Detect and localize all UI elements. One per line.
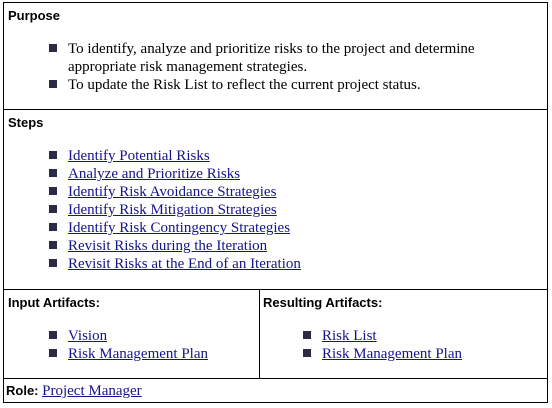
list-item: Identify Risk Mitigation Strategies <box>49 201 519 219</box>
steps-artifacts-divider <box>4 289 547 290</box>
list-item: Risk List <box>303 327 533 345</box>
input-artifact-link-risk-management-plan[interactable]: Risk Management Plan <box>68 346 208 362</box>
square-bullet-icon <box>303 331 311 339</box>
step-link-analyze-prioritize-risks[interactable]: Analyze and Prioritize Risks <box>68 166 240 182</box>
list-item: Revisit Risks at the End of an Iteration <box>49 255 519 273</box>
list-item: Analyze and Prioritize Risks <box>49 165 519 183</box>
step-link-risk-contingency[interactable]: Identify Risk Contingency Strategies <box>68 220 290 236</box>
list-item: Identify Risk Contingency Strategies <box>49 219 519 237</box>
list-item: Risk Management Plan <box>303 345 533 363</box>
purpose-item-text: To identify, analyze and prioritize risk… <box>68 41 475 75</box>
square-bullet-icon <box>303 349 311 357</box>
square-bullet-icon <box>49 205 57 213</box>
square-bullet-icon <box>49 44 57 52</box>
steps-list: Identify Potential Risks Analyze and Pri… <box>49 147 519 273</box>
activity-overview-table: Purpose To identify, analyze and priorit… <box>3 2 548 403</box>
square-bullet-icon <box>49 80 57 88</box>
steps-heading: Steps <box>8 115 44 130</box>
list-item: Identify Risk Avoidance Strategies <box>49 183 519 201</box>
input-artifacts-heading: Input Artifacts: <box>8 295 100 310</box>
purpose-steps-divider <box>4 109 547 110</box>
square-bullet-icon <box>49 169 57 177</box>
role-label: Role: <box>6 383 39 398</box>
step-link-revisit-end-iteration[interactable]: Revisit Risks at the End of an Iteration <box>68 256 301 272</box>
role-link-project-manager[interactable]: Project Manager <box>42 383 142 399</box>
square-bullet-icon <box>49 151 57 159</box>
artifacts-role-divider <box>4 378 547 379</box>
square-bullet-icon <box>49 331 57 339</box>
list-item: Risk Management Plan <box>49 345 249 363</box>
step-link-risk-avoidance[interactable]: Identify Risk Avoidance Strategies <box>68 184 276 200</box>
list-item: Identify Potential Risks <box>49 147 519 165</box>
list-item: Revisit Risks during the Iteration <box>49 237 519 255</box>
input-artifacts-list: Vision Risk Management Plan <box>49 327 249 363</box>
list-item: Vision <box>49 327 249 345</box>
resulting-artifacts-heading: Resulting Artifacts: <box>263 295 383 310</box>
square-bullet-icon <box>49 349 57 357</box>
resulting-artifacts-list: Risk List Risk Management Plan <box>303 327 533 363</box>
step-link-revisit-during-iteration[interactable]: Revisit Risks during the Iteration <box>68 238 267 254</box>
resulting-artifact-link-risk-management-plan[interactable]: Risk Management Plan <box>322 346 462 362</box>
artifacts-column-divider <box>259 290 260 379</box>
step-link-identify-potential-risks[interactable]: Identify Potential Risks <box>68 148 210 164</box>
purpose-list: To identify, analyze and prioritize risk… <box>49 40 519 94</box>
list-item: To identify, analyze and prioritize risk… <box>49 40 519 76</box>
square-bullet-icon <box>49 187 57 195</box>
role-row: Role: Project Manager <box>6 383 142 399</box>
purpose-item-text: To update the Risk List to reflect the c… <box>68 77 421 93</box>
square-bullet-icon <box>49 223 57 231</box>
square-bullet-icon <box>49 241 57 249</box>
step-link-risk-mitigation[interactable]: Identify Risk Mitigation Strategies <box>68 202 277 218</box>
input-artifact-link-vision[interactable]: Vision <box>68 328 107 344</box>
square-bullet-icon <box>49 259 57 267</box>
purpose-heading: Purpose <box>8 8 61 23</box>
list-item: To update the Risk List to reflect the c… <box>49 76 519 94</box>
resulting-artifact-link-risk-list[interactable]: Risk List <box>322 328 377 344</box>
